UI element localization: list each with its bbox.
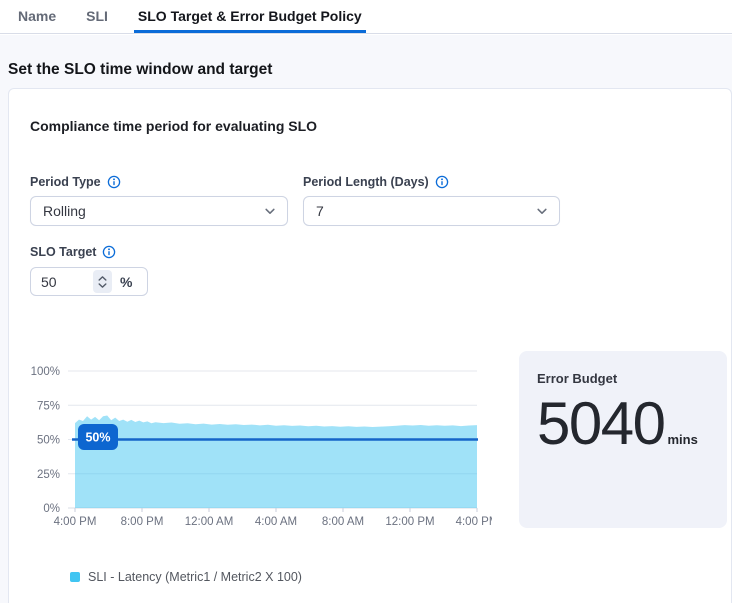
info-icon[interactable]: [107, 175, 121, 189]
form-tabs: Name SLI SLO Target & Error Budget Polic…: [0, 0, 732, 34]
svg-text:4:00 PM: 4:00 PM: [54, 516, 97, 528]
quantity-stepper[interactable]: [93, 270, 112, 293]
compliance-section-title: Compliance time period for evaluating SL…: [30, 118, 317, 134]
period-type-select[interactable]: Rolling: [30, 196, 288, 226]
area-chart-canvas: 0% 25% 50% 75% 100% 4:00 PM 8:00 PM 12:00 AM 4:0…: [22, 356, 492, 532]
error-budget-value: 5040: [537, 394, 664, 454]
svg-text:100%: 100%: [31, 366, 60, 378]
slo-target-field: %: [30, 267, 148, 296]
svg-text:0%: 0%: [43, 503, 60, 515]
svg-text:50%: 50%: [85, 431, 110, 445]
legend-swatch: [70, 572, 80, 582]
svg-text:4:00 AM: 4:00 AM: [255, 516, 297, 528]
chart-legend-item[interactable]: SLI - Latency (Metric1 / Metric2 X 100): [70, 570, 302, 584]
period-length-label: Period Length (Days): [303, 175, 449, 189]
percent-unit-label: %: [120, 274, 132, 290]
svg-text:50%: 50%: [37, 435, 60, 447]
period-length-select[interactable]: 7: [303, 196, 560, 226]
info-icon[interactable]: [102, 245, 116, 259]
error-budget-title: Error Budget: [537, 371, 709, 386]
chevron-down-icon: [535, 204, 549, 218]
period-type-value: Rolling: [43, 203, 263, 219]
period-type-label-text: Period Type: [30, 175, 101, 189]
stepper-up-icon[interactable]: [98, 276, 107, 281]
stepper-down-icon[interactable]: [98, 283, 107, 288]
svg-text:12:00 PM: 12:00 PM: [385, 516, 434, 528]
error-budget-panel: Error Budget 5040 mins: [519, 351, 727, 528]
info-icon[interactable]: [435, 175, 449, 189]
page-title: Set the SLO time window and target: [8, 61, 272, 79]
chevron-down-icon: [263, 204, 277, 218]
svg-text:75%: 75%: [37, 400, 60, 412]
slo-target-label-text: SLO Target: [30, 245, 96, 259]
slo-target-label: SLO Target: [30, 245, 116, 259]
slo-preview-chart: 0% 25% 50% 75% 100% 4:00 PM 8:00 PM 12:00 AM 4:0…: [22, 356, 492, 532]
slo-target-input[interactable]: [31, 274, 93, 290]
tab-slo-target-error-budget-policy[interactable]: SLO Target & Error Budget Policy: [134, 0, 366, 33]
svg-text:4:00 PM: 4:00 PM: [456, 516, 492, 528]
error-budget-unit: mins: [667, 432, 697, 447]
legend-label: SLI - Latency (Metric1 / Metric2 X 100): [88, 570, 302, 584]
period-type-label: Period Type: [30, 175, 121, 189]
tab-name[interactable]: Name: [14, 0, 60, 33]
svg-text:12:00 AM: 12:00 AM: [185, 516, 234, 528]
svg-text:8:00 AM: 8:00 AM: [322, 516, 364, 528]
period-length-value: 7: [316, 203, 535, 219]
tab-sli[interactable]: SLI: [82, 0, 112, 33]
period-length-label-text: Period Length (Days): [303, 175, 429, 189]
svg-text:25%: 25%: [37, 469, 60, 481]
svg-text:8:00 PM: 8:00 PM: [121, 516, 164, 528]
